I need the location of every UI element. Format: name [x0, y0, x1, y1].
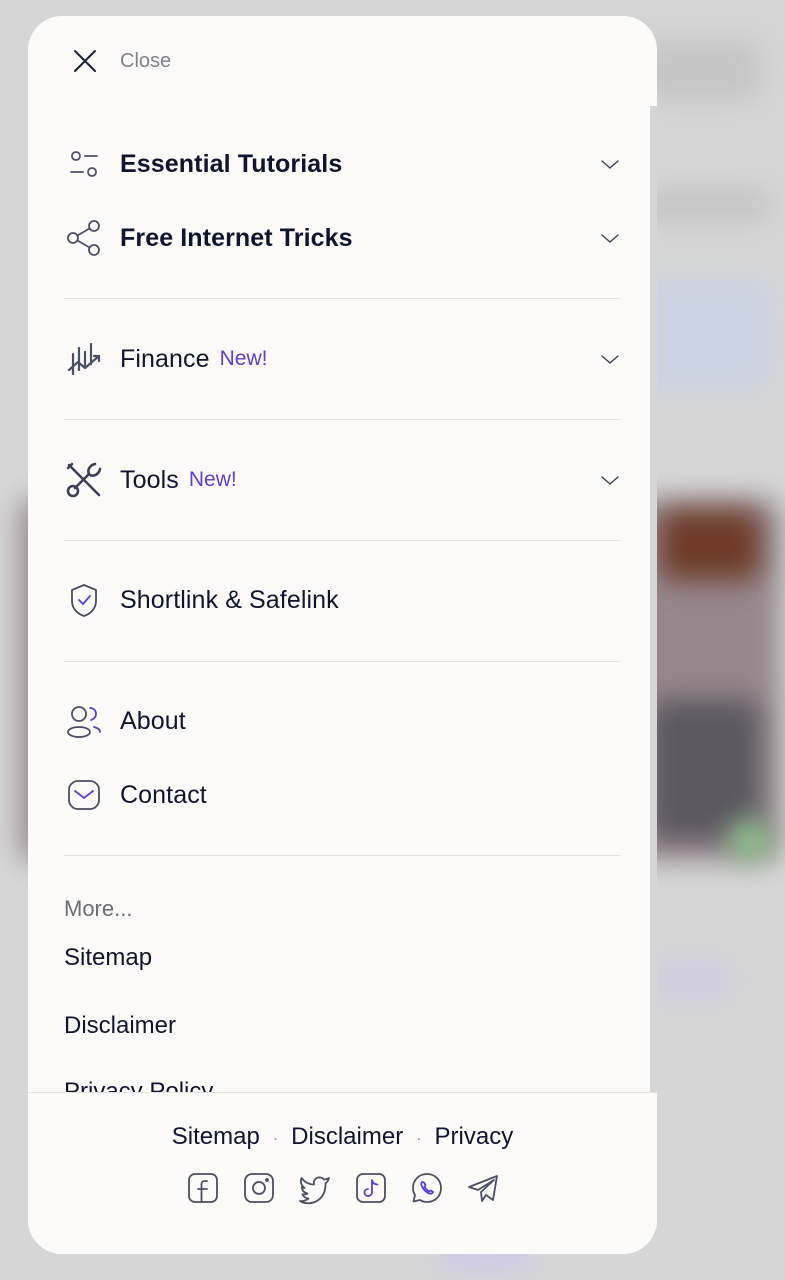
- menu-item-about[interactable]: About: [64, 698, 621, 744]
- menu-item-label: Finance: [120, 344, 210, 373]
- share-nodes-icon: [64, 218, 104, 258]
- tools-icon: [64, 460, 104, 500]
- divider: [64, 661, 620, 662]
- menu-item-label: Essential Tutorials: [120, 149, 343, 178]
- footer-separator: ·: [415, 1128, 422, 1148]
- divider: [64, 540, 620, 541]
- background-blur: [650, 700, 760, 840]
- finance-chart-icon: [64, 339, 104, 379]
- menu-item-shortlink[interactable]: Shortlink & Safelink: [64, 577, 621, 623]
- background-blur: [650, 960, 730, 1000]
- more-heading: More...: [64, 896, 133, 921]
- footer-link-disclaimer[interactable]: Disclaimer: [291, 1123, 403, 1150]
- telegram-icon[interactable]: [466, 1171, 500, 1205]
- facebook-icon[interactable]: [186, 1171, 220, 1205]
- divider: [64, 855, 620, 856]
- filter-settings-icon: [64, 144, 104, 184]
- twitter-icon[interactable]: [298, 1171, 332, 1205]
- new-badge: New!: [188, 468, 237, 491]
- menu-item-label: Free Internet Tricks: [120, 223, 353, 252]
- more-link-disclaimer[interactable]: Disclaimer: [64, 1012, 176, 1040]
- footer-link-privacy[interactable]: Privacy: [435, 1123, 514, 1150]
- background-blur: [730, 820, 770, 860]
- tiktok-icon[interactable]: [354, 1171, 388, 1205]
- chevron-down-icon[interactable]: [599, 153, 621, 175]
- divider: [64, 298, 620, 299]
- menu-item-essential-tutorials[interactable]: Essential Tutorials: [64, 141, 621, 187]
- social-links: [28, 1171, 657, 1205]
- drawer-scrollbar[interactable]: [650, 106, 657, 1106]
- more-link-sitemap[interactable]: Sitemap: [64, 944, 152, 972]
- menu-item-free-internet-tricks[interactable]: Free Internet Tricks: [64, 215, 621, 261]
- shield-check-icon: [64, 580, 104, 620]
- instagram-icon[interactable]: [242, 1171, 276, 1205]
- background-blur: [640, 190, 770, 220]
- drawer-footer: Sitemap · Disclaimer · Privacy: [28, 1092, 657, 1254]
- whatsapp-icon[interactable]: [410, 1171, 444, 1205]
- menu-item-label: Tools: [120, 465, 179, 494]
- users-icon: [64, 701, 104, 741]
- divider: [64, 419, 620, 420]
- background-blur: [660, 510, 760, 580]
- mail-icon: [64, 775, 104, 815]
- new-badge: New!: [219, 347, 268, 370]
- background-blur: [640, 40, 760, 100]
- chevron-down-icon[interactable]: [599, 469, 621, 491]
- menu-item-finance[interactable]: Finance New!: [64, 336, 621, 382]
- menu-item-label: About: [120, 706, 186, 735]
- footer-links: Sitemap · Disclaimer · Privacy: [28, 1123, 657, 1151]
- menu-item-contact[interactable]: Contact: [64, 772, 621, 818]
- footer-separator: ·: [272, 1128, 279, 1148]
- menu-item-label: Contact: [120, 780, 207, 809]
- chevron-down-icon[interactable]: [599, 227, 621, 249]
- menu-item-tools[interactable]: Tools New!: [64, 457, 621, 503]
- footer-link-sitemap[interactable]: Sitemap: [172, 1123, 260, 1150]
- close-button[interactable]: Close: [70, 46, 171, 76]
- close-label: Close: [120, 49, 172, 72]
- menu-item-label: Shortlink & Safelink: [120, 585, 339, 614]
- navigation-drawer: Close Essential Tutorials Free Internet …: [28, 16, 657, 1254]
- chevron-down-icon[interactable]: [599, 348, 621, 370]
- close-icon: [74, 50, 96, 72]
